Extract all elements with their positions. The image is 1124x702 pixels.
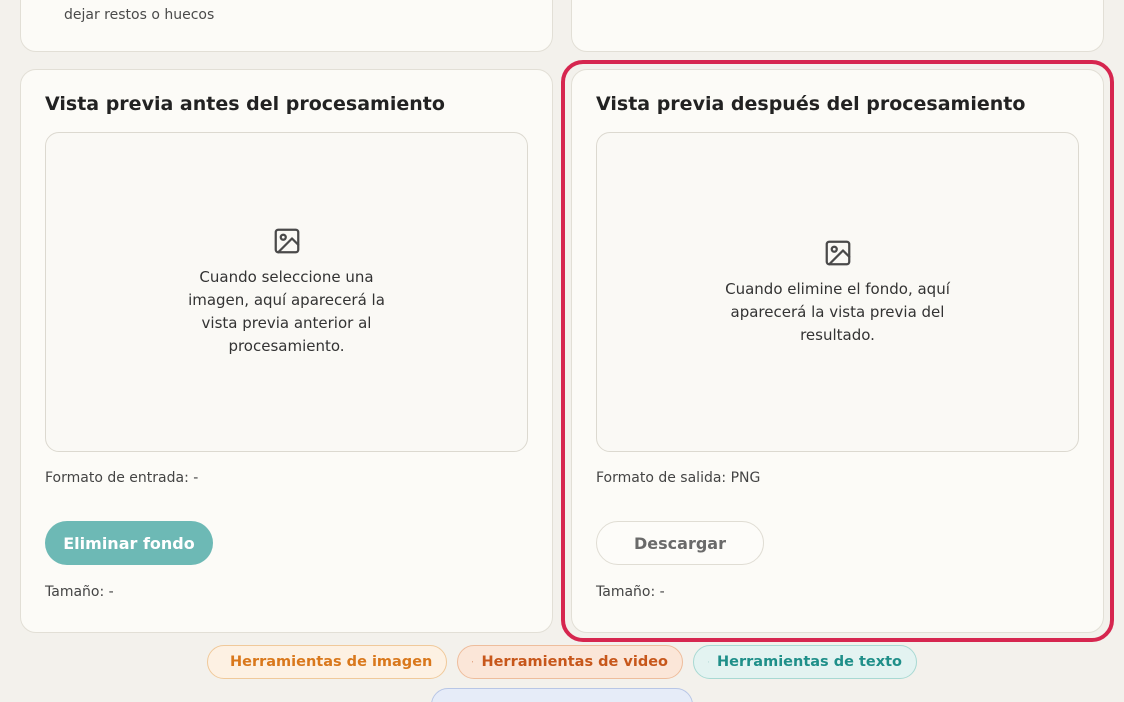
text-icon [708,661,709,663]
video-tools-chip[interactable]: Herramientas de video [457,645,683,679]
image-icon [274,228,299,254]
image-tools-label: Herramientas de imagen [230,654,433,670]
after-preview-area: Cuando elimine el fondo, aquí aparecerá … [596,132,1079,452]
top-left-card: dejar restos o huecos [20,0,553,52]
output-format-label: Formato de salida: PNG [596,470,761,486]
top-card-snippet: dejar restos o huecos [64,7,215,23]
after-preview-card: Vista previa después del procesamiento C… [571,69,1104,633]
text-tools-label: Herramientas de texto [717,654,902,670]
download-button[interactable]: Descargar [596,521,764,565]
partial-tools-chip[interactable] [431,688,693,702]
before-preview-placeholder: Cuando seleccione una imagen, aquí apare… [188,268,385,355]
input-format-label: Formato de entrada: - [45,470,199,486]
before-preview-area[interactable]: Cuando seleccione una imagen, aquí apare… [45,132,528,452]
image-icon [825,240,850,265]
after-preview-title: Vista previa después del procesamiento [596,93,1026,115]
page: dejar restos o huecos Vista previa antes… [0,0,1124,702]
text-tools-chip[interactable]: Herramientas de texto [693,645,917,679]
video-tools-label: Herramientas de video [481,654,668,670]
before-preview-card: Vista previa antes del procesamiento Cua… [20,69,553,633]
before-preview-title: Vista previa antes del procesamiento [45,93,445,115]
image-tools-chip[interactable]: Herramientas de imagen [207,645,447,679]
input-size-label: Tamaño: - [45,584,114,600]
clapperboard-icon [472,661,474,663]
output-size-label: Tamaño: - [596,584,665,600]
remove-background-button[interactable]: Eliminar fondo [45,521,213,565]
top-right-card [571,0,1104,52]
tool-chips: Herramientas de imagen Herramientas de v… [207,645,917,679]
after-preview-placeholder: Cuando elimine el fondo, aquí aparecerá … [725,279,950,344]
